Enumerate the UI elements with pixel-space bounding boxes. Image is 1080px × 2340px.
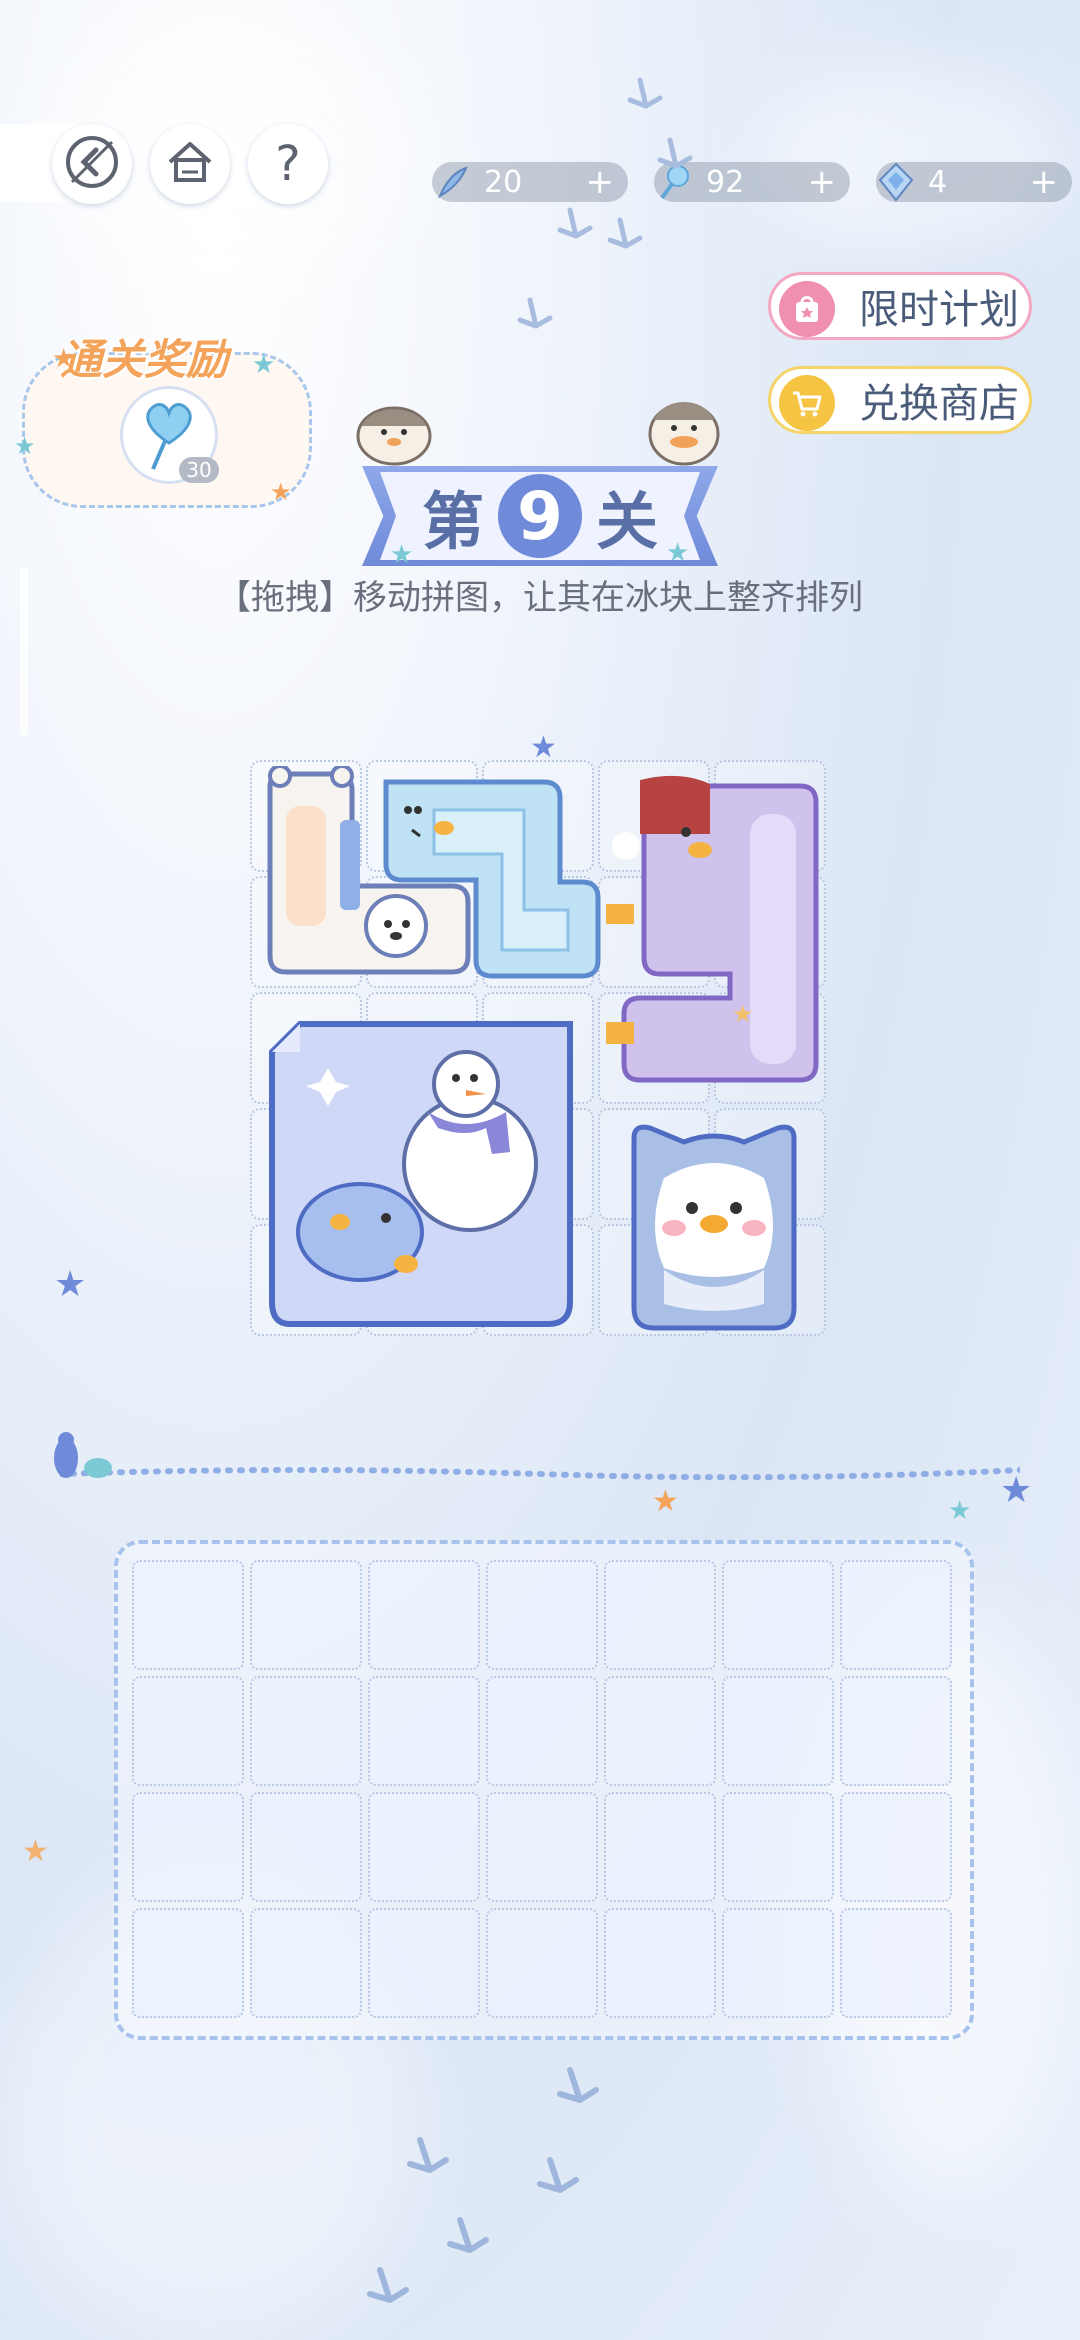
tray-cell[interactable] [132,1792,244,1902]
star-icon: ★ [14,432,36,460]
help-button[interactable]: ? [248,124,328,204]
tray-cell[interactable] [132,1676,244,1786]
tray-cell[interactable] [604,1792,716,1902]
scrollbar[interactable] [20,566,28,736]
add-gem-button[interactable]: + [1030,162,1059,202]
penguin-chick-icon [346,396,442,472]
purple-penguin-piece[interactable] [600,774,826,1102]
star-icon: ★ [270,478,292,506]
level-suffix: 关 [596,485,659,558]
reward-title: 通关奖励 [60,335,229,384]
tray-cell[interactable] [132,1908,244,2018]
tray-cell[interactable] [604,1560,716,1670]
back-button[interactable] [52,124,132,204]
penguin-marker-icon [48,1428,124,1484]
blue-penguin-piece[interactable] [604,1118,824,1338]
reward-count-badge: 30 [179,457,219,483]
tray-cell[interactable] [722,1676,834,1786]
star-icon: ★ [732,1000,754,1028]
instruction-text: 【拖拽】移动拼图，让其在冰块上整齐排列 [217,578,863,618]
star-icon: ★ [530,730,557,765]
ice-cube-piece[interactable] [260,1012,596,1340]
gift-bag-icon [779,281,835,337]
tray-cell[interactable] [840,1908,952,2018]
shopping-cart-icon [779,375,835,431]
tray-cell[interactable] [250,1908,362,2018]
piece-tray [114,1540,974,2040]
tray-cell[interactable] [604,1676,716,1786]
star-icon: ★ [652,1484,679,1519]
gem-icon [870,156,922,208]
star-icon: ★ [54,1264,87,1305]
limited-plan-button[interactable]: 限时计划 [768,272,1032,340]
tray-cell[interactable] [722,1908,834,2018]
back-arrow-icon [62,132,122,196]
add-lollipop-button[interactable]: + [808,162,837,202]
exchange-shop-label: 兑换商店 [859,381,1019,427]
level-title: 第 9 关 [380,472,700,560]
star-icon: ★ [52,344,76,374]
tray-cell[interactable] [486,1908,598,2018]
star-icon: ★ [948,1496,972,1526]
tray-cell[interactable] [250,1560,362,1670]
home-button[interactable] [150,124,230,204]
star-icon: ★ [22,1834,49,1869]
tray-cell[interactable] [368,1560,480,1670]
tray-cell[interactable] [250,1676,362,1786]
lollipop-count: 92 [706,164,745,200]
progress-dotted-line [60,1467,1020,1481]
tray-cell[interactable] [250,1792,362,1902]
tray-cell[interactable] [368,1908,480,2018]
exchange-shop-button[interactable]: 兑换商店 [768,366,1032,434]
tray-cell[interactable] [722,1560,834,1670]
penguin-chick-icon [636,390,732,474]
tray-cell[interactable] [604,1908,716,2018]
bird-footprints-icon [367,2067,599,2303]
gem-count: 4 [928,164,948,200]
tray-cell[interactable] [722,1792,834,1902]
star-icon: ★ [252,350,276,380]
level-prefix: 第 [421,485,484,558]
level-number: 9 [498,474,582,558]
home-icon [164,136,216,192]
tray-cell[interactable] [132,1560,244,1670]
tray-cell[interactable] [368,1676,480,1786]
tray-cell[interactable] [486,1560,598,1670]
tray-cell[interactable] [486,1676,598,1786]
star-icon: ★ [666,538,690,568]
tray-cell[interactable] [840,1792,952,1902]
star-icon: ★ [390,540,414,570]
tray-cell[interactable] [840,1560,952,1670]
resource-gem[interactable]: 4 + [876,162,1072,202]
puzzle-board [250,760,830,1340]
tray-cell[interactable] [840,1676,952,1786]
bird-footprints-icon [517,77,693,329]
star-icon: ★ [1000,1470,1033,1511]
tray-cell[interactable] [368,1792,480,1902]
tray-cell[interactable] [486,1792,598,1902]
reward-item-slot[interactable]: 30 [120,386,219,484]
help-label: ? [275,136,301,192]
limited-plan-label: 限时计划 [859,287,1019,333]
blue-snake-piece[interactable] [374,770,606,984]
